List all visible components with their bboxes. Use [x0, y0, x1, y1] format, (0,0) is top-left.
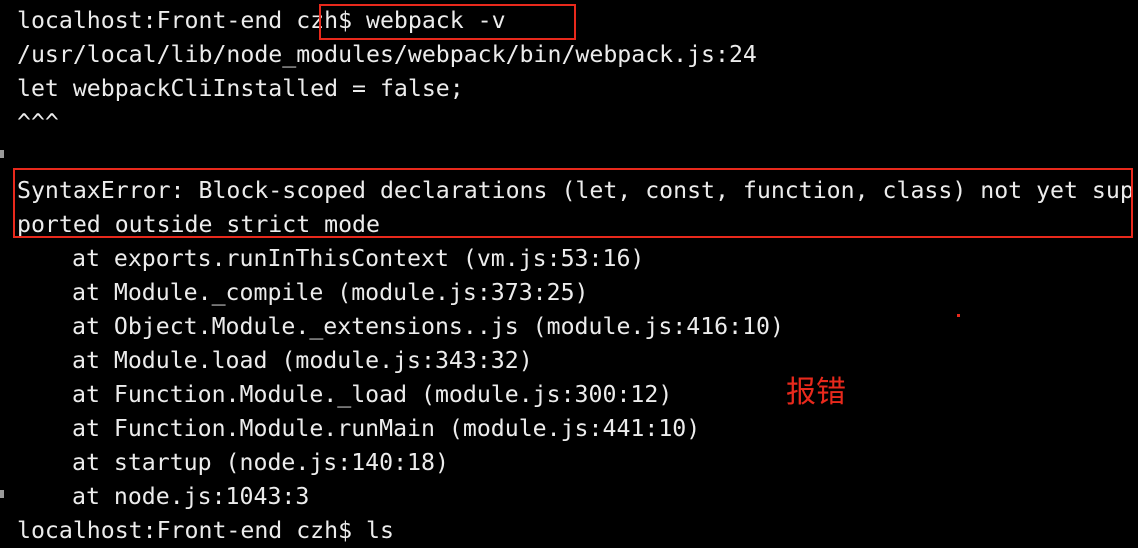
stack-trace-line: at startup (node.js:140:18) — [72, 449, 449, 476]
error-annotation-label: 报错 — [786, 375, 846, 410]
stack-trace-line: at Function.Module.runMain (module.js:44… — [72, 415, 701, 442]
terminal-line-prompt: localhost:Front-end czh$ webpack -v — [17, 7, 506, 34]
edge-artifact — [0, 150, 4, 158]
terminal-line-error-2: ported outside strict mode — [17, 211, 380, 238]
stack-trace-line: at Module.load (module.js:343:32) — [72, 347, 533, 374]
stack-trace-line: at Function.Module._load (module.js:300:… — [72, 381, 673, 408]
edge-artifact — [0, 490, 4, 498]
terminal-line-prompt-ls: localhost:Front-end czh$ ls — [17, 517, 394, 544]
stack-trace-line: at exports.runInThisContext (vm.js:53:16… — [72, 245, 645, 272]
terminal-line-source: let webpackCliInstalled = false; — [17, 75, 464, 102]
terminal-window[interactable]: localhost:Front-end czh$ webpack -v /usr… — [0, 0, 1138, 546]
terminal-line-file-path: /usr/local/lib/node_modules/webpack/bin/… — [17, 41, 757, 68]
stack-trace-line: at node.js:1043:3 — [72, 483, 310, 510]
red-dot-mark — [957, 314, 960, 317]
stack-trace-line: at Module._compile (module.js:373:25) — [72, 279, 589, 306]
terminal-line-caret: ^^^ — [17, 109, 59, 136]
stack-trace-line: at Object.Module._extensions..js (module… — [72, 313, 784, 340]
terminal-line-error-1: SyntaxError: Block-scoped declarations (… — [17, 177, 1134, 204]
